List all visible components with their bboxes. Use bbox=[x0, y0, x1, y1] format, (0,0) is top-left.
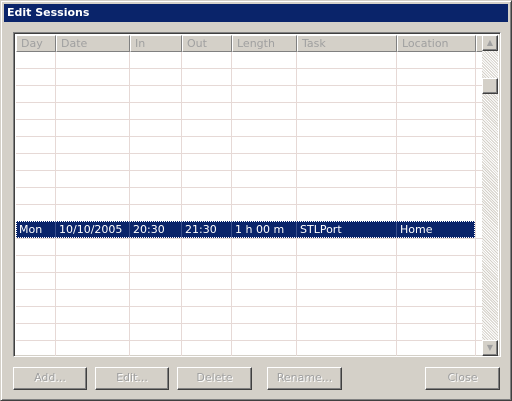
add-button[interactable]: Add... bbox=[13, 367, 87, 390]
grid-line bbox=[16, 255, 483, 256]
grid-line bbox=[16, 289, 483, 290]
column-header-task[interactable]: Task bbox=[297, 35, 397, 52]
grid-line bbox=[16, 170, 483, 171]
delete-button[interactable]: Delete bbox=[177, 367, 252, 390]
arrow-up-icon: ▲ bbox=[486, 38, 494, 47]
grid-line bbox=[16, 85, 483, 86]
grid-line bbox=[16, 204, 483, 205]
grid-line bbox=[16, 119, 483, 120]
column-header-date[interactable]: Date bbox=[56, 35, 130, 52]
sessions-list[interactable]: Day Date In Out Length Task Location Mon… bbox=[13, 32, 501, 357]
grid-line bbox=[16, 68, 483, 69]
close-button[interactable]: Close bbox=[425, 367, 500, 390]
column-header: Day Date In Out Length Task Location bbox=[16, 35, 483, 52]
scroll-thumb[interactable] bbox=[482, 78, 498, 94]
column-header-location[interactable]: Location bbox=[397, 35, 476, 52]
cell-out: 21:30 bbox=[182, 221, 232, 238]
window-title: Edit Sessions bbox=[4, 4, 508, 22]
column-header-day[interactable]: Day bbox=[16, 35, 56, 52]
vertical-scrollbar[interactable]: ▲ ▼ bbox=[482, 35, 498, 356]
scroll-down-button[interactable]: ▼ bbox=[482, 340, 498, 356]
grid-line bbox=[16, 272, 483, 273]
cell-task: STLPort bbox=[297, 221, 397, 238]
grid-line bbox=[16, 323, 483, 324]
sessions-grid: Day Date In Out Length Task Location Mon… bbox=[16, 35, 483, 356]
arrow-down-icon: ▼ bbox=[486, 343, 494, 352]
edit-button[interactable]: Edit... bbox=[95, 367, 169, 390]
grid-line bbox=[16, 153, 483, 154]
cell-day: Mon bbox=[16, 221, 56, 238]
grid-line bbox=[16, 102, 483, 103]
grid-line bbox=[16, 187, 483, 188]
column-header-length[interactable]: Length bbox=[232, 35, 297, 52]
cell-length: 1 h 00 m bbox=[232, 221, 297, 238]
grid-line bbox=[16, 238, 483, 239]
edit-sessions-dialog: Edit Sessions Day Date In Out Length Tas… bbox=[0, 0, 512, 401]
column-header-out[interactable]: Out bbox=[182, 35, 232, 52]
grid-line bbox=[16, 136, 483, 137]
cell-in: 20:30 bbox=[130, 221, 182, 238]
table-row[interactable]: Mon 10/10/2005 20:30 21:30 1 h 00 m STLP… bbox=[16, 221, 475, 238]
cell-location: Home bbox=[400, 223, 433, 236]
scroll-up-button[interactable]: ▲ bbox=[482, 35, 498, 51]
grid-line bbox=[16, 306, 483, 307]
column-header-in[interactable]: In bbox=[130, 35, 182, 52]
cell-date: 10/10/2005 bbox=[56, 221, 130, 238]
grid-line bbox=[16, 340, 483, 341]
rename-button[interactable]: Rename... bbox=[267, 367, 342, 390]
